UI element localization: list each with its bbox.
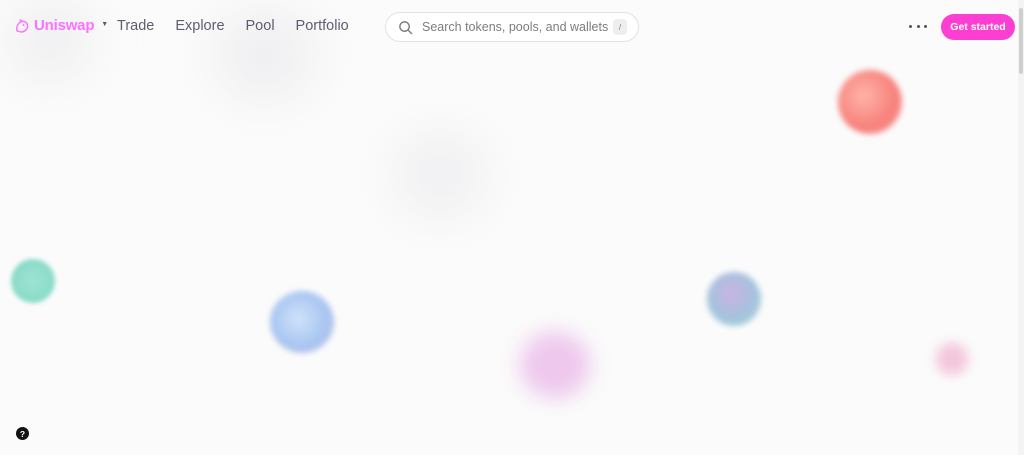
more-icon bbox=[916, 24, 920, 28]
more-icon bbox=[924, 24, 927, 28]
brand-logo-menu[interactable]: Uniswap ▼ bbox=[14, 17, 108, 34]
search-icon bbox=[399, 20, 413, 34]
search-shortcut-key: / bbox=[613, 19, 627, 35]
top-navbar: Uniswap ▼ Trade Explore Pool Portfolio S… bbox=[0, 0, 1024, 52]
token-blob-blue bbox=[270, 291, 334, 353]
token-blob-mint bbox=[11, 259, 55, 303]
token-blob-pink bbox=[520, 332, 590, 398]
scrollbar-thumb[interactable] bbox=[1019, 8, 1023, 74]
help-button[interactable]: ? bbox=[16, 427, 29, 440]
nav-item-pool[interactable]: Pool bbox=[246, 18, 275, 34]
token-blob-iridescent bbox=[707, 272, 761, 326]
nav-item-portfolio[interactable]: Portfolio bbox=[296, 18, 349, 34]
background-blur-shape bbox=[395, 135, 485, 215]
brand-name: Uniswap bbox=[34, 17, 95, 34]
more-options-button[interactable] bbox=[909, 18, 927, 34]
search-bar[interactable]: Search tokens, pools, and wallets / bbox=[385, 12, 639, 42]
caret-down-icon: ▼ bbox=[101, 21, 109, 28]
primary-nav: Trade Explore Pool Portfolio bbox=[117, 18, 370, 34]
token-blob-coral bbox=[838, 70, 902, 134]
search-placeholder: Search tokens, pools, and wallets bbox=[422, 20, 609, 34]
page: Uniswap ▼ Trade Explore Pool Portfolio S… bbox=[0, 0, 1024, 455]
unicorn-icon bbox=[16, 18, 29, 33]
token-blob-rose bbox=[935, 342, 969, 376]
scrollbar[interactable] bbox=[1018, 0, 1024, 455]
get-started-button[interactable]: Get started bbox=[941, 14, 1015, 40]
nav-item-explore[interactable]: Explore bbox=[175, 18, 224, 34]
nav-item-trade[interactable]: Trade bbox=[117, 18, 154, 34]
more-icon bbox=[909, 24, 912, 28]
